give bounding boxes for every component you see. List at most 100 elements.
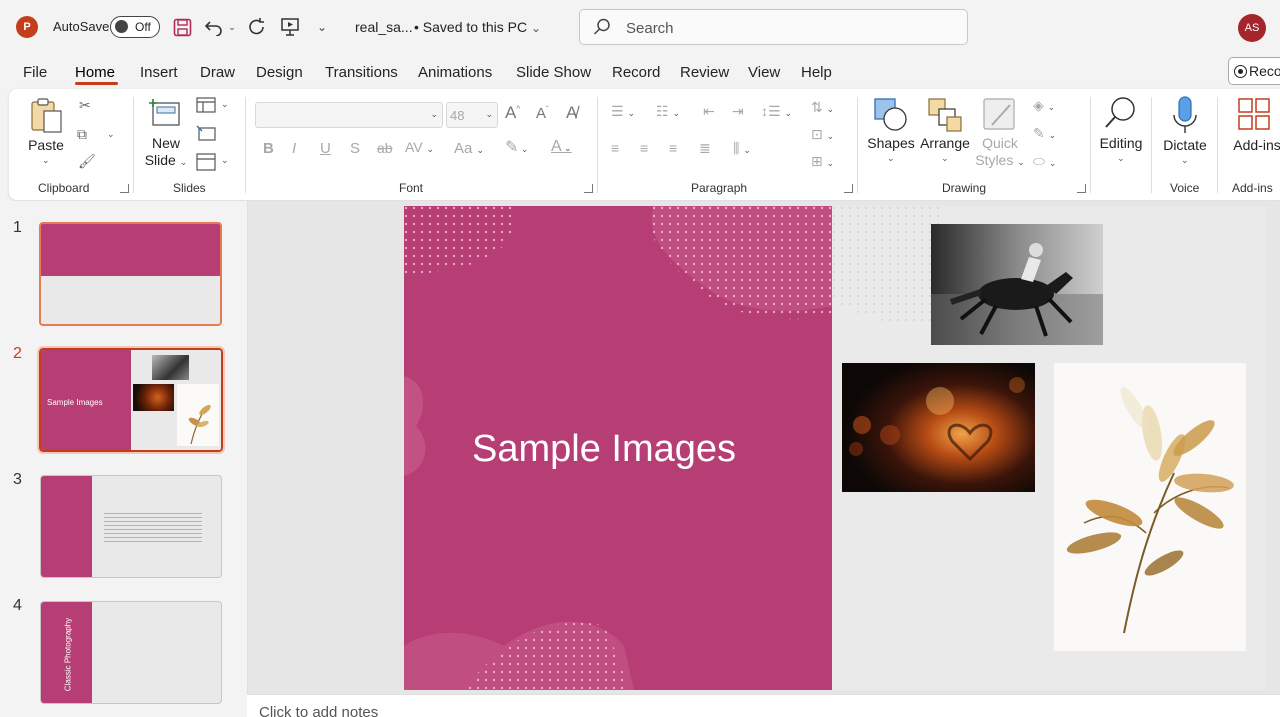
slide-thumbnail-1[interactable] — [39, 222, 222, 326]
quick-styles-label: Quick — [982, 135, 1018, 151]
copy-icon[interactable]: ⧉ — [77, 126, 87, 143]
slide-thumbnail-4[interactable]: Classic Photography — [40, 601, 222, 704]
record-icon — [1234, 65, 1247, 78]
text-direction-icon[interactable]: ⇅ ⌄ — [811, 99, 834, 116]
new-slide-label: New — [151, 135, 180, 151]
tab-slide-show[interactable]: Slide Show — [516, 64, 591, 81]
powerpoint-logo-icon: P — [16, 16, 38, 38]
decrease-indent-icon[interactable]: ⇤ — [703, 103, 715, 120]
cut-icon[interactable]: ✂ — [79, 97, 91, 114]
text-shadow-icon[interactable]: S — [350, 140, 360, 157]
current-slide[interactable]: Sample Images — [404, 206, 1266, 690]
format-painter-icon[interactable]: 🖌 — [78, 153, 96, 170]
save-status[interactable]: • Saved to this PC ⌄ — [414, 19, 541, 35]
line-spacing-icon[interactable]: ↕☰ ⌄ — [761, 103, 792, 120]
italic-icon[interactable]: I — [292, 140, 296, 157]
tab-draw[interactable]: Draw — [200, 64, 235, 81]
paragraph-launcher-icon[interactable] — [844, 184, 853, 193]
slide-number: 3 — [13, 471, 22, 488]
strikethrough-icon[interactable]: ab — [377, 140, 393, 156]
tab-transitions[interactable]: Transitions — [325, 64, 398, 81]
clear-formatting-icon[interactable]: A̸ — [566, 103, 577, 123]
undo-dropdown-icon[interactable]: ⌄ — [227, 14, 237, 40]
justify-icon[interactable]: ≣ — [699, 140, 711, 157]
tab-animations[interactable]: Animations — [418, 64, 492, 81]
font-name-combo[interactable]: ⌄ — [255, 102, 443, 128]
bullets-icon[interactable]: ☰ ⌄ — [611, 103, 635, 120]
font-color-icon[interactable]: A ⌄ — [551, 138, 572, 156]
notes-pane[interactable]: Click to add notes — [247, 694, 1280, 717]
shape-fill-icon[interactable]: ◈ ⌄ — [1033, 97, 1055, 114]
numbering-icon[interactable]: ☷ ⌄ — [656, 103, 680, 120]
redo-icon[interactable] — [246, 14, 268, 40]
image-golden-leaves[interactable] — [1054, 363, 1246, 651]
autosave-toggle[interactable]: Off — [110, 16, 160, 38]
tab-record[interactable]: Record — [612, 64, 660, 81]
active-tab-indicator — [75, 82, 118, 85]
tab-insert[interactable]: Insert — [140, 64, 178, 81]
slide-thumbnail-2[interactable]: Sample Images — [37, 346, 225, 454]
tab-home[interactable]: Home — [75, 64, 115, 81]
shapes-label: Shapes — [867, 135, 915, 151]
arrange-button[interactable]: Arrange ⌄ — [918, 95, 972, 173]
dictate-button[interactable]: Dictate ⌄ — [1159, 93, 1211, 173]
editing-button[interactable]: Editing ⌄ — [1097, 93, 1145, 173]
drawing-group-label: Drawing — [942, 181, 987, 195]
slide-title[interactable]: Sample Images — [404, 428, 794, 471]
document-name[interactable]: real_sa... — [355, 19, 413, 35]
columns-icon[interactable]: ⫼ ⌄ — [733, 140, 751, 157]
new-slide-button[interactable]: New Slide ⌄ — [144, 95, 188, 173]
paste-button[interactable]: Paste ⌄ — [27, 95, 65, 169]
customize-toolbar-icon[interactable]: ⌄ — [313, 14, 331, 40]
bold-icon[interactable]: B — [263, 140, 274, 157]
slide-thumbnail-3[interactable] — [40, 475, 222, 578]
align-center-icon[interactable]: ≡ — [640, 140, 648, 156]
decrease-font-size-icon[interactable]: Aˇ — [536, 105, 549, 122]
chevron-down-icon: ⌄ — [485, 109, 493, 119]
thumb-title: Classic Photography — [63, 617, 73, 692]
align-text-icon[interactable]: ⊡ ⌄ — [811, 126, 834, 143]
copy-dropdown-icon[interactable]: ⌄ — [107, 129, 115, 140]
quick-styles-button[interactable]: Quick Styles ⌄ — [974, 95, 1026, 175]
change-case-icon[interactable]: Aa ⌄ — [454, 140, 484, 157]
image-bokeh-heart[interactable] — [842, 363, 1035, 492]
tab-design[interactable]: Design — [256, 64, 303, 81]
section-button[interactable]: ⌄ — [196, 153, 232, 171]
search-box[interactable]: Search — [579, 9, 968, 45]
tab-help[interactable]: Help — [801, 64, 832, 81]
font-launcher-icon[interactable] — [584, 184, 593, 193]
underline-icon[interactable]: U — [320, 140, 331, 157]
shapes-button[interactable]: Shapes ⌄ — [866, 95, 916, 173]
tab-review[interactable]: Review — [680, 64, 729, 81]
autosave-label: AutoSave — [53, 19, 110, 34]
layout-button[interactable]: ⌄ — [196, 97, 232, 115]
clipboard-group-label: Clipboard — [38, 181, 90, 195]
reset-slide-button[interactable] — [196, 125, 218, 143]
align-left-icon[interactable]: ≡ — [611, 140, 619, 156]
align-right-icon[interactable]: ≡ — [669, 140, 677, 156]
font-size-combo[interactable]: 48 ⌄ — [446, 102, 498, 128]
undo-icon[interactable] — [203, 14, 225, 40]
save-icon[interactable] — [171, 14, 193, 40]
present-from-start-icon[interactable] — [279, 14, 301, 40]
avatar[interactable]: AS — [1238, 14, 1266, 42]
shape-outline-icon[interactable]: ✎ ⌄ — [1033, 125, 1056, 142]
record-button[interactable]: Reco — [1228, 57, 1280, 85]
character-spacing-icon[interactable]: AV ⌄ — [405, 139, 434, 155]
font-group-label: Font — [399, 181, 424, 195]
shape-effects-icon[interactable]: ⬭ ⌄ — [1033, 153, 1056, 170]
notes-placeholder: Click to add notes — [259, 704, 379, 717]
tab-view[interactable]: View — [748, 64, 780, 81]
arrange-icon — [928, 98, 962, 132]
tab-file[interactable]: File — [23, 64, 47, 81]
add-ins-button[interactable]: Add-ins — [1223, 95, 1280, 165]
smartart-icon[interactable]: ⊞ ⌄ — [811, 153, 834, 170]
image-horse-rider[interactable] — [931, 224, 1103, 345]
clipboard-launcher-icon[interactable] — [120, 184, 129, 193]
drawing-launcher-icon[interactable] — [1077, 184, 1086, 193]
increase-font-size-icon[interactable]: A^ — [505, 103, 520, 123]
thumb-banner — [41, 224, 220, 276]
increase-indent-icon[interactable]: ⇥ — [732, 103, 744, 120]
highlight-color-icon[interactable]: ✎ ⌄ — [505, 137, 528, 157]
chevron-down-icon: ⌄ — [42, 155, 50, 165]
